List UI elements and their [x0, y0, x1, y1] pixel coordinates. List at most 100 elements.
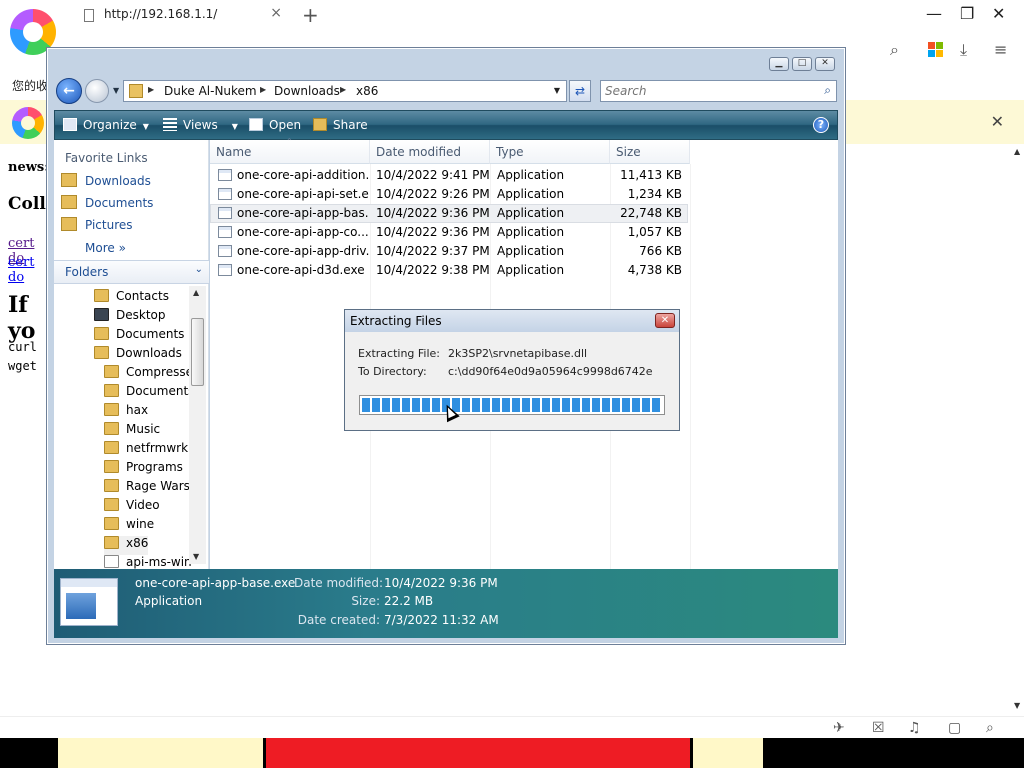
restore-button[interactable]: ❐ — [960, 4, 974, 23]
favorite-documents[interactable]: Documents — [61, 195, 153, 213]
minimize-button[interactable]: — — [926, 4, 942, 23]
favorite-pictures[interactable]: Pictures — [61, 217, 133, 235]
scroll-thumb[interactable] — [191, 318, 204, 386]
search-icon[interactable]: ⌕ — [890, 40, 899, 60]
tree-scrollbar[interactable]: ▲ ▼ — [189, 286, 206, 564]
page-scrollbar[interactable]: ▲ ▼ — [1012, 145, 1024, 715]
column-date-modified[interactable]: Date modified — [370, 140, 490, 164]
tree-item-x86[interactable]: x86 — [104, 536, 149, 555]
open-label: Open — [269, 118, 302, 132]
file-row[interactable]: one-core-api-api-set.exe 10/4/2022 9:26 … — [210, 185, 688, 204]
tree-item-api-ms-win[interactable]: api-ms-win- — [104, 555, 196, 569]
cert-link-2[interactable]: cert do — [8, 255, 34, 285]
tree-item-netfrmwrk[interactable]: netfrmwrk — [104, 441, 188, 460]
dialog-title-bar[interactable]: Extracting Files ✕ — [345, 310, 679, 332]
application-icon — [218, 188, 232, 200]
tree-item-documents-sub[interactable]: Documents — [104, 384, 194, 403]
tree-item-video[interactable]: Video — [104, 498, 160, 517]
tree-label: netfrmwrk — [126, 441, 189, 455]
progress-fill — [362, 398, 662, 412]
tree-item-music[interactable]: Music — [104, 422, 160, 441]
new-tab-button[interactable]: + — [302, 3, 319, 27]
wget-command: wget — [8, 359, 37, 373]
tree-item-desktop[interactable]: Desktop — [94, 308, 166, 327]
tree-item-wine[interactable]: wine — [104, 517, 154, 536]
views-button[interactable]: Views ▼ — [163, 118, 238, 132]
rocket-icon[interactable]: ✈ — [833, 720, 845, 736]
file-row[interactable]: one-core-api-app-driv... 10/4/2022 9:37 … — [210, 242, 688, 261]
tree-item-documents[interactable]: Documents — [94, 327, 184, 346]
search-icon[interactable]: ⌕ — [824, 83, 831, 98]
open-button[interactable]: Open — [249, 118, 301, 132]
tree-item-compressed[interactable]: Compressed — [104, 365, 201, 384]
explorer-minimize-button[interactable]: ▁ — [769, 57, 789, 71]
chevron-right-icon[interactable]: ▶ — [260, 85, 266, 94]
breadcrumb-user[interactable]: Duke Al-Nukem — [164, 84, 257, 98]
application-large-icon — [60, 578, 118, 626]
back-button[interactable]: ← — [56, 78, 82, 104]
scroll-up-icon[interactable]: ▲ — [193, 288, 199, 297]
breadcrumb-x86[interactable]: x86 — [356, 84, 378, 98]
explorer-close-button[interactable]: ✕ — [815, 57, 835, 71]
file-row[interactable]: one-core-api-app-co... 10/4/2022 9:36 PM… — [210, 223, 688, 242]
breadcrumb-downloads[interactable]: Downloads — [274, 84, 340, 98]
zoom-icon[interactable]: ⌕ — [986, 720, 994, 736]
chevron-right-icon[interactable]: ▶ — [340, 85, 346, 94]
scroll-down-icon[interactable]: ▼ — [1014, 701, 1020, 710]
scroll-down-icon[interactable]: ▼ — [193, 552, 199, 561]
search-input[interactable] — [605, 83, 805, 99]
tree-label: Documents — [126, 384, 195, 398]
refresh-button[interactable]: ⇄ — [569, 80, 591, 102]
file-row[interactable]: one-core-api-d3d.exe 10/4/2022 9:38 PM A… — [210, 261, 688, 280]
share-label: Share — [333, 118, 368, 132]
file-name: one-core-api-d3d.exe — [237, 263, 365, 277]
file-size: 1,234 KB — [627, 187, 682, 201]
file-row[interactable]: one-core-api-addition... 10/4/2022 9:41 … — [210, 166, 688, 185]
history-dropdown-icon[interactable]: ▼ — [113, 86, 119, 95]
forward-button[interactable] — [85, 79, 109, 103]
tree-item-contacts[interactable]: Contacts — [94, 289, 169, 308]
tree-item-rage-wars[interactable]: Rage Wars — [104, 479, 190, 498]
share-button[interactable]: Share — [313, 118, 368, 132]
application-icon — [218, 207, 232, 219]
favorite-downloads[interactable]: Downloads — [61, 173, 151, 191]
tree-item-downloads[interactable]: Downloads — [94, 346, 182, 365]
speaker-icon[interactable]: ♫ — [908, 720, 921, 736]
browser-tab[interactable]: http://192.168.1.1/ × — [74, 0, 292, 32]
help-icon[interactable]: ? — [813, 117, 829, 133]
bookmark-bar-text[interactable]: 您的收 — [12, 77, 48, 94]
column-label: Type — [496, 145, 524, 159]
tree-item-hax[interactable]: hax — [104, 403, 148, 422]
download-icon[interactable]: ⤓ — [960, 40, 967, 60]
extracting-files-dialog: Extracting Files ✕ Extracting File: 2k3S… — [344, 309, 680, 431]
tree-label: x86 — [126, 536, 149, 550]
pictures-folder-icon — [61, 217, 77, 231]
explorer-maximize-button[interactable]: □ — [792, 57, 812, 71]
column-type[interactable]: Type — [490, 140, 610, 164]
infobar-close-button[interactable]: ✕ — [991, 112, 1004, 131]
news-label: news: — [8, 160, 50, 175]
apps-icon[interactable] — [928, 42, 943, 57]
window-icon[interactable]: ▢ — [948, 720, 961, 736]
menu-icon[interactable]: ≡ — [994, 40, 1007, 59]
trash-icon[interactable]: ☒ — [872, 720, 885, 736]
downloads-folder-icon — [61, 173, 77, 187]
chevron-right-icon[interactable]: ▶ — [148, 85, 154, 94]
organize-button[interactable]: Organize ▼ — [63, 118, 149, 132]
address-dropdown-icon[interactable]: ▼ — [554, 86, 560, 95]
chevron-down-icon[interactable]: ⌄ — [195, 264, 203, 275]
browser-status-bar: ✈ ☒ ♫ ▢ ⌕ — [0, 716, 1024, 738]
address-bar[interactable]: ▶ Duke Al-Nukem ▶ Downloads ▶ x86 ▼ — [123, 80, 567, 102]
dialog-close-button[interactable]: ✕ — [655, 313, 675, 328]
more-link[interactable]: More » — [85, 241, 126, 255]
close-window-button[interactable]: ✕ — [992, 4, 1005, 23]
tree-item-programs[interactable]: Programs — [104, 460, 183, 479]
scroll-up-icon[interactable]: ▲ — [1014, 147, 1020, 156]
folders-header[interactable]: Folders ⌄ — [54, 260, 209, 284]
file-row-selected[interactable]: one-core-api-app-bas... 10/4/2022 9:36 P… — [210, 204, 688, 223]
search-box[interactable]: ⌕ — [600, 80, 837, 102]
tab-close-button[interactable]: × — [270, 5, 282, 21]
folder-icon — [104, 498, 119, 511]
column-size[interactable]: Size — [610, 140, 690, 164]
tab-title: http://192.168.1.1/ — [104, 7, 218, 21]
